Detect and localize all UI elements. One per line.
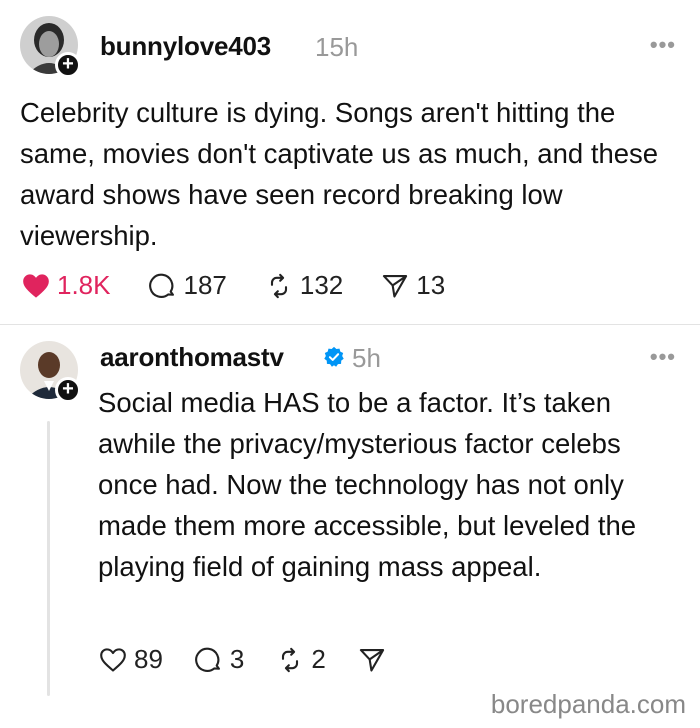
thread-line <box>47 421 50 696</box>
send-icon <box>383 274 408 298</box>
comment-icon <box>195 647 220 672</box>
post-text: Celebrity culture is dying. Songs aren't… <box>20 97 659 251</box>
repost-icon <box>282 647 299 672</box>
follow-plus-button[interactable]: + <box>55 377 81 403</box>
repost-icon <box>270 273 287 298</box>
more-options-icon[interactable]: ••• <box>650 344 676 370</box>
send-icon <box>359 648 384 672</box>
like-count: 1.8K <box>57 270 111 300</box>
repost-count: 2 <box>311 644 326 674</box>
timestamp: 5h <box>352 343 381 373</box>
reply-text: Social media HAS to be a factor. It’s ta… <box>98 387 637 582</box>
heart-filled-icon <box>23 273 49 298</box>
repost-button[interactable]: 2 <box>276 644 326 675</box>
comment-button[interactable]: 3 <box>195 644 244 675</box>
username[interactable]: aaronthomastv <box>100 342 284 373</box>
share-button[interactable]: 13 <box>381 270 445 301</box>
share-button[interactable] <box>358 646 393 674</box>
like-button[interactable]: 1.8K <box>22 270 111 301</box>
heart-outline-icon <box>100 647 126 672</box>
verified-badge-icon <box>324 346 344 367</box>
post-2: + aaronthomastv 5h ••• Social media HAS … <box>0 325 700 728</box>
repost-button[interactable]: 132 <box>265 270 343 301</box>
like-count: 89 <box>134 644 163 674</box>
more-options-icon[interactable]: ••• <box>650 32 676 58</box>
repost-count: 132 <box>299 270 344 300</box>
follow-plus-button[interactable]: + <box>55 52 81 78</box>
share-count: 13 <box>416 270 446 300</box>
action-bar: 89 3 2 <box>99 644 431 675</box>
comment-button[interactable]: 187 <box>148 270 227 301</box>
comment-count: 187 <box>183 270 227 300</box>
username[interactable]: bunnylove403 <box>100 31 271 62</box>
post-1: + bunnylove403 15h ••• Celebrity culture… <box>0 0 700 330</box>
watermark: boredpanda.com <box>490 689 686 719</box>
comment-icon <box>148 273 174 298</box>
action-bar: 1.8K 187 132 13 <box>22 270 483 301</box>
like-button[interactable]: 89 <box>99 644 163 675</box>
timestamp: 15h <box>315 32 359 62</box>
comment-count: 3 <box>229 644 245 674</box>
